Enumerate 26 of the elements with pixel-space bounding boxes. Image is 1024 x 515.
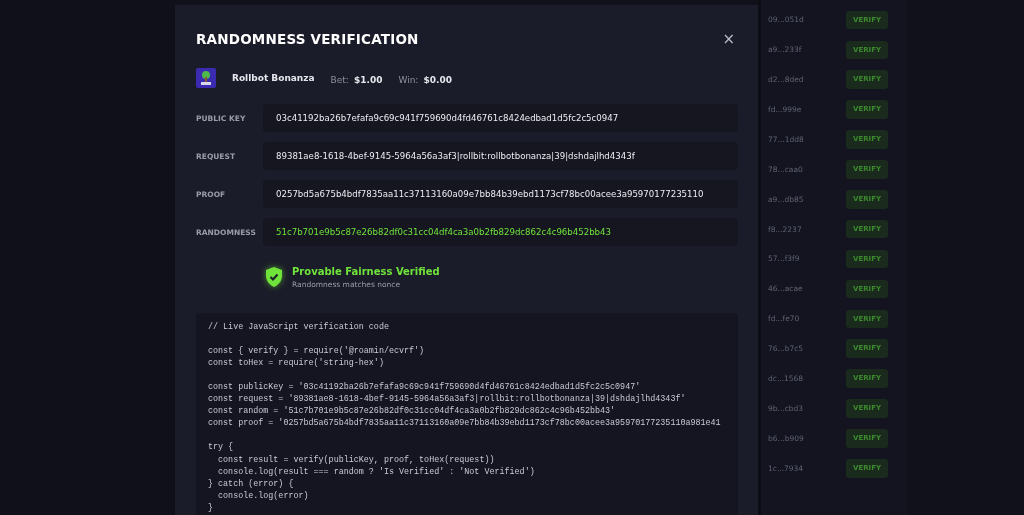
field-value: 03c41192ba26b7efafa9c69c941f759690d4fd46761c8424edbad1d5fc2c5c0947 xyxy=(263,104,738,133)
bet-amount: $1.00 xyxy=(353,75,383,86)
code-line: const { verify } = require('@roamin/ecvrf') xyxy=(208,344,425,357)
code-line: } xyxy=(208,501,214,514)
code-line: const proof = '0257bd5a675b4bdf7835aa11c37113160a09e7bb84b39ebd1173cf78bc00acee3a95970177235110a981e41 xyxy=(208,417,721,430)
code-line: const result = verify(publicKey, proof, toHex(request)) xyxy=(217,453,495,466)
code-line: // Live JavaScript verification code xyxy=(208,320,389,333)
win-label: Win: xyxy=(398,75,419,86)
code-line: const publicKey = '03c41192ba26b7efafa9c69c941f759690d4fd46761c8424edbad1d5fc2c5c0947' xyxy=(208,380,641,394)
code-line: console.log(error) xyxy=(217,489,309,502)
game-thumbnail-icon xyxy=(196,68,216,89)
bet-label: Bet: xyxy=(330,75,349,86)
close-button[interactable]: × xyxy=(719,31,738,47)
field-value: 89381ae8-1618-4bef-9145-5964a56a3af3|rollbit:rollbotbonanza|39|dshdajlhd4343f xyxy=(263,142,738,171)
code-line: const request = '89381ae8-1618-4bef-9145-5964a56a3af3|rollbit:rollbotbonanza|39|dshdajlhd4343f' xyxy=(208,393,686,406)
code-line: } catch (error) { xyxy=(208,477,294,490)
status-title: Provable Fairness Verified xyxy=(292,265,440,280)
code-line: const random = '51c7b701e9b5c87e26b82df0c31cc04df4ca3a0b2fb829dc862c4c96b452bb43' xyxy=(208,405,616,418)
win-amount: $0.00 xyxy=(423,75,452,86)
code-line: console.log(result === random ? 'Is Verified' : 'Not Verified') xyxy=(217,465,535,478)
code-line: try { xyxy=(208,441,234,454)
field-value: 0257bd5a675b4bdf7835aa11c37113160a09e7bb84b39ebd1173cf78bc00acee3a95970177235110 xyxy=(263,180,738,209)
code-line: const toHex = require('string-hex') xyxy=(208,356,384,369)
field-value: 51c7b701e9b5c87e26b82df0c31cc04df4ca3a0b2fb829dc862c4c96b452bb43 xyxy=(263,218,738,247)
modal-title: RANDOMNESS VERIFICATION xyxy=(196,30,419,49)
game-name: Rollbot Bonanza xyxy=(232,71,315,85)
